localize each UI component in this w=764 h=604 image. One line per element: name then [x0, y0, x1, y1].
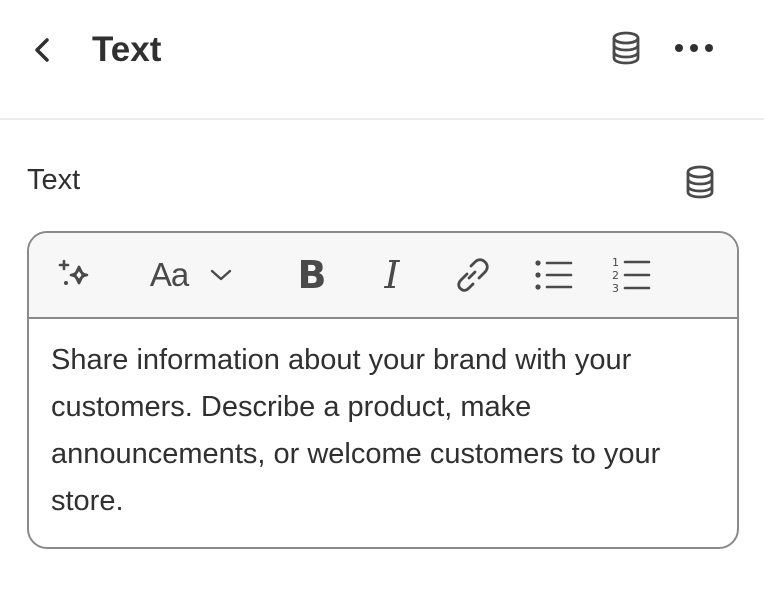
rich-text-editor: Aa B I 1 2 3 Share information about you…: [27, 231, 739, 549]
numbered-list-button[interactable]: 1 2 3: [607, 251, 657, 299]
ai-generate-button[interactable]: [51, 251, 99, 299]
more-actions-button[interactable]: [668, 28, 720, 68]
database-icon: [612, 31, 640, 65]
svg-text:3: 3: [612, 282, 619, 295]
sparkle-icon: [58, 259, 89, 285]
editor-content[interactable]: Share information about your brand with …: [51, 337, 717, 525]
panel-header: Text: [0, 0, 764, 120]
text-settings-panel: Text Text Aa B I 1 2 3 Share information…: [0, 0, 764, 604]
numbered-list-icon: 1 2 3: [612, 256, 651, 295]
bold-button[interactable]: B: [289, 251, 335, 299]
font-style-dropdown[interactable]: Aa: [133, 251, 251, 299]
link-button[interactable]: [445, 251, 499, 299]
chevron-down-icon: [210, 269, 232, 281]
chevron-left-icon: [35, 38, 49, 62]
field-label: Text: [27, 164, 81, 196]
more-horizontal-icon: [675, 44, 713, 52]
bulleted-list-icon: [535, 260, 573, 290]
editor-toolbar: Aa B I 1 2 3: [29, 233, 737, 319]
italic-icon: I: [384, 253, 400, 297]
back-button[interactable]: [24, 30, 60, 70]
bold-icon: B: [297, 253, 327, 297]
connect-dynamic-source-button[interactable]: [606, 28, 646, 68]
italic-button[interactable]: I: [369, 251, 415, 299]
svg-text:2: 2: [612, 269, 619, 282]
font-style-icon: Aa: [149, 256, 189, 293]
svg-text:1: 1: [612, 256, 619, 269]
link-icon: [457, 258, 489, 292]
database-icon: [686, 165, 714, 199]
page-title: Text: [92, 30, 162, 69]
bulleted-list-button[interactable]: [529, 251, 579, 299]
field-dynamic-source-button[interactable]: [680, 162, 720, 202]
